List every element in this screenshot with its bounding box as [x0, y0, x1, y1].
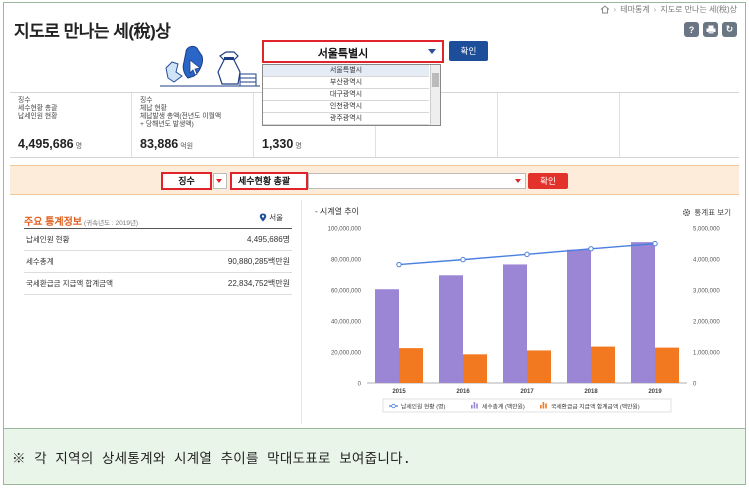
summary-title: 주요 통계정보 (귀속년도 : 2019년) — [24, 217, 139, 228]
x-tick-label: 2015 — [392, 389, 406, 395]
printer-glyph — [706, 25, 715, 34]
stat-item-dropdown-toggle[interactable] — [308, 173, 526, 189]
summary-subtitle: (귀속년도 : 2019년) — [83, 220, 139, 227]
tax-type-dropdown-toggle[interactable] — [213, 173, 227, 189]
region-confirm-button[interactable]: 확인 — [449, 41, 488, 61]
table-row: 납세인원 현황 4,495,686명 — [24, 229, 292, 251]
legend-bar-icon — [540, 405, 542, 409]
bar-tax-revenue — [631, 242, 655, 383]
breadcrumb: › 테마통계 › 지도로 만나는 세(稅)상 — [600, 4, 737, 15]
region-dropdown-list[interactable]: 서울특별시 부산광역시 대구광역시 인천광역시 광주광역시 — [262, 64, 441, 126]
region-select-value: 서울특별시 — [317, 48, 369, 60]
dropdown-option[interactable]: 광주광역시 — [263, 113, 429, 125]
breadcrumb-separator-icon: › — [613, 5, 617, 14]
x-tick-label: 2016 — [456, 389, 470, 395]
legend-bar-icon — [471, 405, 473, 409]
y-right-tick-label: 2,000,000 — [693, 320, 720, 326]
y-left-tick-label: 60,000,000 — [331, 289, 362, 295]
y-right-tick-label: 4,000,000 — [693, 258, 720, 264]
breadcrumb-separator-icon: › — [653, 5, 657, 14]
stat-item-select[interactable]: 세수현황 총괄 — [230, 172, 308, 190]
line-point — [652, 240, 658, 247]
bar-tax-revenue — [375, 289, 399, 383]
dropdown-option[interactable]: 인천광역시 — [263, 101, 429, 113]
stat-label: 징수 세수현황 총괄 납세인원 현황 — [18, 97, 58, 120]
dropdown-option[interactable]: 대구광역시 — [263, 89, 429, 101]
chevron-down-icon — [515, 179, 521, 183]
y-right-tick-label: 3,000,000 — [693, 289, 720, 295]
y-left-tick-label: 0 — [358, 382, 362, 388]
x-tick-label: 2018 — [584, 389, 598, 395]
summary-table: 납세인원 현황 4,495,686명 세수총계 90,880,285백만원 국세환급… — [24, 228, 292, 295]
location-indicator: 서울 — [259, 212, 283, 223]
stat-card-arrears[interactable]: 징수 체납 현황 체납발생 총액(전년도 이월액 + 당해년도 발생액) 83,… — [132, 93, 254, 157]
line-point — [396, 261, 402, 268]
legend-bar-icon — [473, 402, 476, 409]
x-tick-label: 2019 — [648, 389, 662, 395]
y-left-tick-label: 100,000,000 — [328, 227, 362, 233]
refresh-icon[interactable]: ↻ — [722, 22, 737, 37]
y-left-tick-label: 40,000,000 — [331, 320, 362, 326]
time-series-chart: 0 0 20,000,000 1,000,000 40,000,000 2,000,000… — [328, 227, 720, 413]
table-row: 국세환급금 지급액 합계금액 22,834,752백만원 — [24, 273, 292, 295]
bar-refund — [591, 346, 615, 383]
legend-label: 국세환급금 지급액 합계금액 (백만원) — [551, 402, 640, 410]
bar-refund — [463, 354, 487, 383]
line-point — [460, 256, 466, 263]
table-row: 세수총계 90,880,285백만원 — [24, 251, 292, 273]
page-title: 지도로 만나는 세(稅)상 — [14, 22, 171, 41]
legend-bar-icon — [545, 403, 547, 409]
bar-refund — [655, 347, 679, 383]
scrollbar-thumb[interactable] — [432, 73, 439, 87]
breadcrumb-item-current: 지도로 만나는 세(稅)상 — [660, 5, 737, 14]
legend-label: 세수총계 (백만원) — [482, 402, 525, 410]
caption-note: ※ 각 지역의 상세통계와 시계열 추이를 막대도표로 보여줍니다. — [4, 428, 745, 484]
legend-bar-icon — [476, 403, 478, 409]
x-tick-label: 2017 — [520, 389, 534, 395]
breadcrumb-item-theme[interactable]: 테마통계 — [620, 4, 649, 15]
bar-tax-revenue — [567, 249, 591, 383]
y-left-tick-label: 80,000,000 — [331, 258, 362, 264]
stat-value: 83,886 억원 — [140, 137, 194, 151]
region-select[interactable]: 서울특별시 — [262, 40, 444, 63]
dropdown-option[interactable]: 부산광역시 — [263, 77, 429, 89]
legend-bar-icon — [542, 402, 545, 409]
dropdown-option[interactable]: 서울특별시 — [263, 65, 429, 77]
help-icon[interactable]: ? — [684, 22, 699, 37]
stat-value: 1,330 명 — [262, 137, 302, 151]
bar-refund — [527, 350, 551, 383]
y-left-tick-label: 20,000,000 — [331, 351, 362, 357]
print-icon[interactable] — [703, 22, 718, 37]
chevron-down-icon[interactable] — [428, 49, 436, 54]
chart-panel: - 시계열 추이 통계표 보기 0 0 20,000,000 1,000,000 40,… — [305, 200, 739, 424]
stat-value: 4,495,686 명 — [18, 137, 83, 151]
stat-label: 징수 체납 현황 체납발생 총액(전년도 이월액 + 당해년도 발생액) — [140, 97, 222, 128]
summary-panel: 주요 통계정보 (귀속년도 : 2019년) 서울 납세인원 현황 4,495,68… — [10, 200, 302, 424]
y-right-tick-label: 5,000,000 — [693, 227, 720, 233]
bar-refund — [399, 348, 423, 383]
tax-type-select[interactable]: 징수 — [161, 172, 212, 190]
filter-bar: 징수 세수현황 총괄 확인 — [10, 165, 739, 195]
stat-card-taxpayers[interactable]: 징수 세수현황 총괄 납세인원 현황 4,495,686 명 — [10, 93, 132, 157]
dropdown-scrollbar[interactable] — [430, 65, 440, 125]
legend-marker-icon — [391, 403, 396, 409]
y-right-tick-label: 1,000,000 — [693, 351, 720, 357]
stat-card-empty — [498, 93, 620, 157]
chevron-down-icon — [216, 179, 222, 183]
toolbar: ? ↻ — [684, 22, 737, 37]
y-right-tick-label: 0 — [693, 382, 697, 388]
home-icon[interactable] — [600, 5, 610, 14]
legend-label: 납세인원 현황 (명) — [401, 402, 445, 410]
line-point — [524, 251, 530, 258]
location-pin-icon — [259, 213, 267, 222]
filter-confirm-button[interactable]: 확인 — [528, 173, 568, 189]
bar-tax-revenue — [439, 275, 463, 383]
bar-tax-revenue — [503, 264, 527, 383]
location-label: 서울 — [269, 213, 283, 222]
korea-map-money-bag-illustration — [160, 45, 260, 87]
stat-card-empty — [620, 93, 739, 157]
line-point — [588, 246, 594, 252]
